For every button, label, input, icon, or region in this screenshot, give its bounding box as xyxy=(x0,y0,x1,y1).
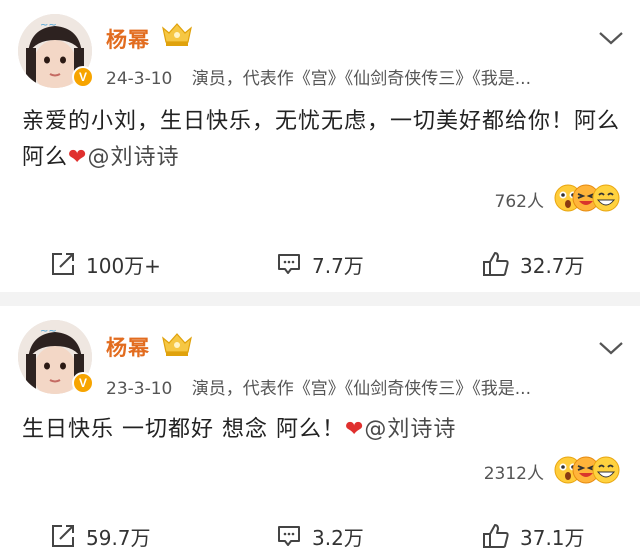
comment-icon xyxy=(278,526,300,546)
comment-icon xyxy=(278,254,300,274)
post-text: 生日快乐 一切都好 想念 阿么！❤@刘诗诗 xyxy=(22,412,622,448)
username[interactable]: 杨幂 xyxy=(106,24,150,54)
comment-count: 7.7万 xyxy=(312,253,364,278)
share-count: 100万+ xyxy=(86,253,161,278)
reactions-summary[interactable]: 762人 xyxy=(495,184,620,214)
post-date: 23-3-10 xyxy=(106,379,173,399)
share-icon xyxy=(52,525,74,547)
reaction-count: 762人 xyxy=(494,191,544,212)
heart-icon: ❤ xyxy=(68,145,88,170)
member-badge-icon[interactable] xyxy=(160,20,194,48)
username[interactable]: 杨幂 xyxy=(106,332,150,362)
user-bio: 演员，代表作《宫》《仙剑奇侠传三》《我是... xyxy=(191,69,531,89)
like-button[interactable]: 37.1万 xyxy=(482,516,585,556)
member-badge-icon[interactable] xyxy=(160,330,194,358)
heart-icon: ❤ xyxy=(344,417,365,442)
comment-count: 3.2万 xyxy=(312,525,364,550)
like-count: 37.1万 xyxy=(520,525,585,550)
post-meta: 24-3-10 演员，代表作《宫》《仙剑奇侠传三》《我是... xyxy=(106,64,531,89)
comment-button[interactable]: 7.7万 xyxy=(276,244,364,284)
post-meta: 23-3-10 演员，代表作《宫》《仙剑奇侠传三》《我是... xyxy=(106,374,531,399)
reaction-emojis xyxy=(554,184,620,214)
post-text: 亲爱的小刘，生日快乐，无忧无虑，一切美好都给你！阿么阿么❤@刘诗诗 xyxy=(22,104,622,176)
chevron-down-icon[interactable] xyxy=(596,338,626,358)
thumbs-up-icon xyxy=(483,524,509,548)
action-bar: 100万+ 7.7万 32.7万 xyxy=(0,244,640,284)
reactions-summary[interactable]: 2312人 xyxy=(484,456,620,486)
verified-badge-icon: V xyxy=(72,372,94,394)
share-icon xyxy=(52,253,74,275)
reaction-emojis xyxy=(554,456,620,486)
like-count: 32.7万 xyxy=(520,253,585,278)
mention-link[interactable]: @刘诗诗 xyxy=(87,145,179,170)
verified-badge-icon: V xyxy=(72,66,94,88)
weibo-post-1: ~~ V 杨幂 24-3-10 演员，代表作《宫》《仙剑奇侠传三》《我是... … xyxy=(0,0,640,292)
post-body: 生日快乐 一切都好 想念 阿么！ xyxy=(22,417,345,442)
like-button[interactable]: 32.7万 xyxy=(482,244,585,284)
svg-text:~~: ~~ xyxy=(40,20,57,31)
chevron-down-icon[interactable] xyxy=(596,28,626,48)
share-button[interactable]: 100万+ xyxy=(50,244,161,284)
grinning-face-icon xyxy=(592,456,620,484)
svg-text:~~: ~~ xyxy=(40,326,57,337)
comment-button[interactable]: 3.2万 xyxy=(276,516,364,556)
post-date: 24-3-10 xyxy=(106,69,173,89)
thumbs-up-icon xyxy=(483,252,509,276)
reaction-count: 2312人 xyxy=(483,463,544,484)
user-bio: 演员，代表作《宫》《仙剑奇侠传三》《我是... xyxy=(191,379,531,399)
grinning-face-icon xyxy=(592,184,620,212)
mention-link[interactable]: @刘诗诗 xyxy=(364,417,456,442)
action-bar: 59.7万 3.2万 37.1万 xyxy=(0,516,640,556)
share-button[interactable]: 59.7万 xyxy=(50,516,151,556)
share-count: 59.7万 xyxy=(86,525,151,550)
